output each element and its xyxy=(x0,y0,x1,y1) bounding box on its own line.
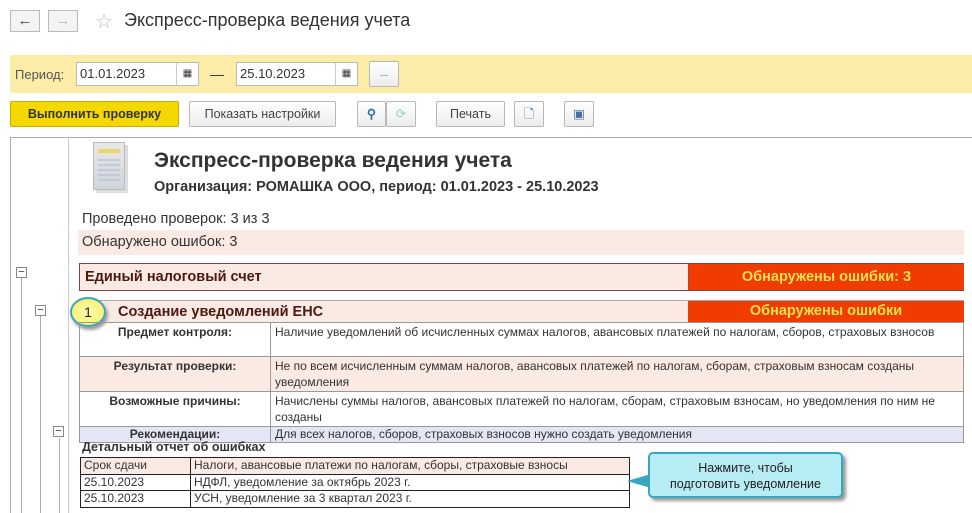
star-icon[interactable]: ☆ xyxy=(95,9,113,34)
table-row: Предмет контроля: Наличие уведомлений об … xyxy=(79,322,964,357)
checks-done: Проведено проверок: 3 из 3 xyxy=(82,211,270,227)
period-label: Период: xyxy=(15,67,65,82)
table-row: 25.10.2023 НДФЛ, уведомление за октябрь 2… xyxy=(80,473,630,491)
calendar-icon[interactable]: ▦ xyxy=(176,63,198,85)
check-row[interactable]: Создание уведомлений ЕНС Обнаружены ошиб… xyxy=(79,300,964,323)
period-to-input[interactable]: 25.10.2023 ▦ xyxy=(236,62,358,86)
detail-table: Срок сдачи Налоги, авансовые платежи по н… xyxy=(80,457,630,508)
search-next-button[interactable]: ⟳ xyxy=(386,101,416,127)
preview-button[interactable]: 🗋 xyxy=(514,101,544,127)
show-settings-button[interactable]: Показать настройки xyxy=(189,101,336,127)
table-row: 25.10.2023 УСН, уведомление за 3 квартал … xyxy=(80,490,630,508)
search-button[interactable]: ⚲ xyxy=(357,101,386,127)
run-check-button[interactable]: Выполнить проверку xyxy=(10,101,179,127)
print-button[interactable]: Печать xyxy=(436,101,505,127)
window-title: Экспресс-проверка ведения учета xyxy=(124,10,411,30)
check-title: Создание уведомлений ЕНС xyxy=(118,304,324,320)
report-subtitle: Организация: РОМАШКА ООО, период: 01.01.… xyxy=(154,179,599,195)
forward-button[interactable]: → xyxy=(48,10,78,32)
search-icon: ⚲ xyxy=(366,107,377,121)
detail-title: Детальный отчет об ошибках xyxy=(82,440,266,454)
save-button[interactable]: ▣ xyxy=(564,101,594,127)
errors-found: Обнаружено ошибок: 3 xyxy=(78,230,964,255)
period-select-button[interactable]: ... xyxy=(369,61,399,87)
save-icon: ▣ xyxy=(573,107,585,121)
collapse-detail-toggle[interactable]: − xyxy=(53,426,64,437)
section-title: Единый налоговый счет xyxy=(85,269,262,285)
hint-callout: Нажмите, чтобы подготовить уведомление xyxy=(648,452,843,498)
table-header: Срок сдачи Налоги, авансовые платежи по н… xyxy=(80,457,630,475)
search-refresh-icon: ⟳ xyxy=(395,107,407,121)
print-preview-icon: 🗋 xyxy=(523,107,535,121)
back-button[interactable]: ← xyxy=(10,10,40,32)
notification-link[interactable]: НДФЛ, уведомление за октябрь 2023 г. xyxy=(190,473,630,491)
notification-link[interactable]: УСН, уведомление за 3 квартал 2023 г. xyxy=(190,490,630,508)
section-row[interactable]: Единый налоговый счет Обнаружены ошибки:… xyxy=(79,263,964,291)
collapse-check-toggle[interactable]: − xyxy=(35,305,46,316)
check-status: Обнаружены ошибки xyxy=(688,301,964,322)
table-row: Результат проверки: Не по всем исчисленны… xyxy=(79,356,964,392)
report-title: Экспресс-проверка ведения учета xyxy=(154,149,512,172)
check-details-table: Предмет контроля: Наличие уведомлений об … xyxy=(79,322,964,443)
report-document-icon xyxy=(93,142,125,190)
collapse-section-toggle[interactable]: − xyxy=(16,267,27,278)
period-from-input[interactable]: 01.01.2023 ▦ xyxy=(76,62,199,86)
calendar-icon[interactable]: ▦ xyxy=(335,63,357,85)
period-dash: — xyxy=(210,66,224,82)
table-row: Возможные причины: Начислены суммы налого… xyxy=(79,391,964,427)
section-status: Обнаружены ошибки: 3 xyxy=(688,264,964,290)
